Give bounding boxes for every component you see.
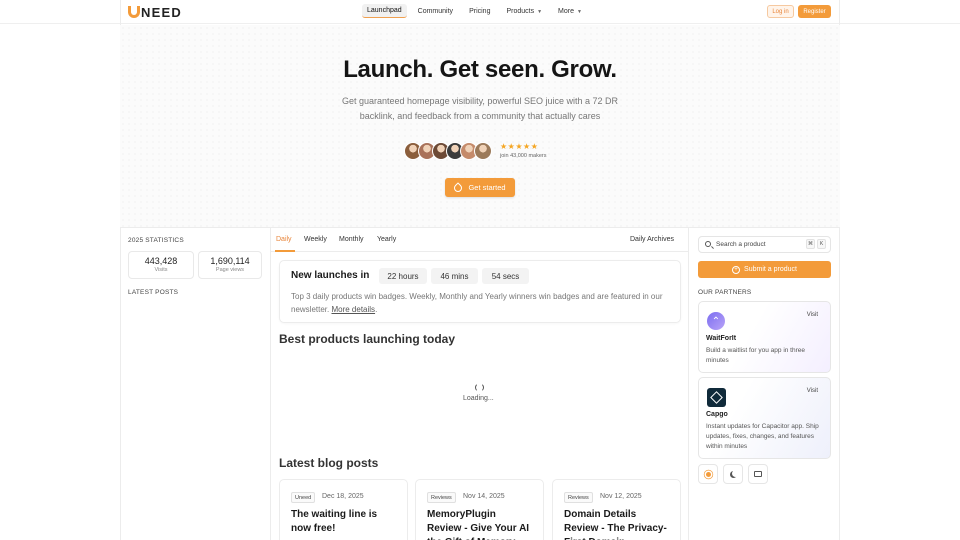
stat-card-page-views: 1,690,114 Page views bbox=[198, 251, 262, 279]
timer-seconds: 54 secs bbox=[482, 268, 529, 284]
tab-yearly[interactable]: Yearly bbox=[377, 236, 396, 243]
blog-posts-title: Latest blog posts bbox=[279, 456, 379, 470]
get-started-label: Get started bbox=[468, 183, 506, 192]
more-details-link[interactable]: More details bbox=[331, 305, 375, 314]
blog-date: Nov 12, 2025 bbox=[600, 493, 642, 500]
hero-title: Launch. Get seen. Grow. bbox=[343, 56, 617, 83]
stat-label: Page views bbox=[215, 267, 245, 273]
blog-date: Dec 18, 2025 bbox=[322, 493, 364, 500]
blog-tag: Reviews bbox=[427, 492, 456, 503]
submit-product-button[interactable]: + Submit a product bbox=[698, 261, 831, 278]
launch-description: Top 3 daily products win badges. Weekly,… bbox=[291, 291, 675, 316]
makers-count: join 43,000 makers bbox=[500, 153, 547, 159]
launch-description-end: . bbox=[375, 304, 378, 314]
timer-minutes: 46 mins bbox=[431, 268, 478, 284]
blog-title[interactable]: The waiting line is now free! bbox=[291, 508, 396, 536]
best-products-title: Best products launching today bbox=[279, 332, 456, 346]
rocket-icon bbox=[452, 181, 465, 194]
visit-link[interactable]: Visit bbox=[807, 388, 818, 394]
stat-card-visits: 443,428 Visits bbox=[128, 251, 194, 279]
command-key-hint: ⌘ bbox=[806, 239, 815, 249]
sun-icon bbox=[705, 471, 711, 477]
stat-value: 1,690,114 bbox=[210, 256, 250, 266]
search-icon bbox=[705, 241, 711, 247]
visit-link[interactable]: Visit bbox=[807, 312, 818, 318]
partner-name: Capgo bbox=[706, 411, 728, 418]
blog-title[interactable]: Domain Details Review - The Privacy-Firs… bbox=[564, 508, 669, 540]
hero-subtitle: Get guaranteed homepage visibility, powe… bbox=[342, 96, 618, 121]
partner-description: Build a waitlist for you app in three mi… bbox=[706, 347, 805, 364]
maker-avatars bbox=[404, 142, 492, 160]
system-theme-button[interactable] bbox=[748, 464, 768, 484]
partner-card-capgo[interactable]: Visit Capgo Instant updates for Capacito… bbox=[698, 377, 831, 459]
plus-icon: + bbox=[732, 265, 741, 274]
period-tabs bbox=[271, 228, 688, 252]
active-tab-indicator bbox=[275, 250, 295, 252]
light-theme-button[interactable] bbox=[698, 464, 718, 484]
blog-tag: Reviews bbox=[564, 492, 593, 503]
tab-weekly[interactable]: Weekly bbox=[304, 236, 327, 243]
dark-theme-button[interactable] bbox=[723, 464, 743, 484]
partner-card-waitforit[interactable]: ⌃ Visit WaitForIt Build a waitlist for y… bbox=[698, 301, 831, 373]
daily-archives-link[interactable]: Daily Archives bbox=[630, 236, 674, 243]
stat-value: 443,428 bbox=[144, 256, 178, 266]
avatar bbox=[474, 142, 492, 160]
latest-posts-title: LATEST POSTS bbox=[128, 289, 179, 296]
k-key-hint: K bbox=[817, 239, 826, 249]
rating-stars: ★★★★★ bbox=[500, 142, 539, 151]
search-placeholder: Search a product bbox=[716, 241, 766, 248]
tab-daily[interactable]: Daily bbox=[276, 236, 292, 243]
launch-countdown-title: New launches in bbox=[291, 270, 370, 281]
stat-label: Visits bbox=[154, 267, 168, 273]
submit-product-label: Submit a product bbox=[744, 266, 797, 273]
blog-tag: Uneed bbox=[291, 492, 316, 503]
tab-monthly[interactable]: Monthly bbox=[339, 236, 364, 243]
waitforit-logo-icon: ⌃ bbox=[707, 312, 725, 330]
get-started-button[interactable]: Get started bbox=[445, 178, 515, 197]
loading-text: Loading... bbox=[463, 395, 494, 402]
statistics-title: 2025 STATISTICS bbox=[128, 237, 184, 244]
timer-hours: 22 hours bbox=[379, 268, 427, 284]
moon-icon bbox=[732, 470, 739, 477]
monitor-icon bbox=[754, 471, 762, 477]
partner-name: WaitForIt bbox=[706, 335, 737, 342]
loading-spinner-icon bbox=[475, 383, 484, 392]
blog-date: Nov 14, 2025 bbox=[463, 493, 505, 500]
partners-title: OUR PARTNERS bbox=[698, 289, 752, 296]
capgo-logo-icon bbox=[707, 388, 726, 407]
partner-description: Instant updates for Capacitor app. Ship … bbox=[706, 423, 819, 450]
blog-title[interactable]: MemoryPlugin Review - Give Your AI the G… bbox=[427, 508, 532, 540]
